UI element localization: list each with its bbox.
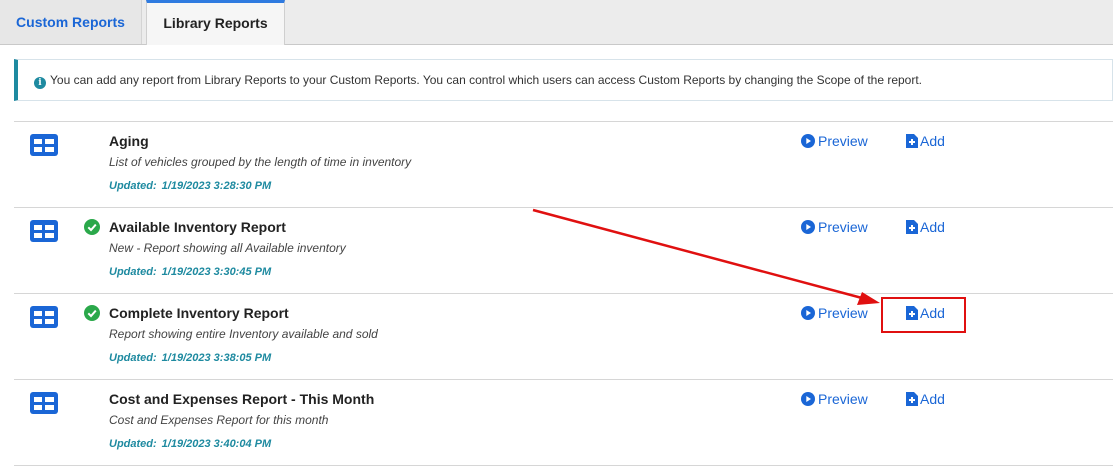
preview-label: Preview xyxy=(818,391,868,407)
file-plus-icon xyxy=(906,392,918,406)
table-grid-icon xyxy=(30,392,58,414)
report-updated: Updated: 1/19/2023 3:28:30 PM xyxy=(109,180,271,192)
updated-label: Updated: xyxy=(109,438,157,450)
info-banner: i You can add any report from Library Rep… xyxy=(14,59,1113,101)
tab-library-reports[interactable]: Library Reports xyxy=(146,0,285,45)
preview-label: Preview xyxy=(818,133,868,149)
add-label: Add xyxy=(920,391,945,407)
report-updated: Updated: 1/19/2023 3:38:05 PM xyxy=(109,352,271,364)
table-grid-icon xyxy=(30,306,58,328)
updated-label: Updated: xyxy=(109,266,157,278)
play-circle-icon xyxy=(801,134,815,148)
add-button[interactable]: Add xyxy=(906,219,945,235)
report-updated: Updated: 1/19/2023 3:30:45 PM xyxy=(109,266,271,278)
updated-value: 1/19/2023 3:30:45 PM xyxy=(161,266,272,278)
check-circle-icon xyxy=(84,219,100,235)
report-updated: Updated: 1/19/2023 3:40:04 PM xyxy=(109,438,271,450)
play-circle-icon xyxy=(801,392,815,406)
play-circle-icon xyxy=(801,306,815,320)
updated-value: 1/19/2023 3:40:04 PM xyxy=(161,438,272,450)
info-text: You can add any report from Library Repo… xyxy=(50,73,923,87)
preview-button[interactable]: Preview xyxy=(801,133,868,149)
updated-label: Updated: xyxy=(109,180,157,192)
updated-value: 1/19/2023 3:28:30 PM xyxy=(161,180,272,192)
preview-button[interactable]: Preview xyxy=(801,391,868,407)
report-title: Available Inventory Report xyxy=(109,219,286,235)
report-description: Cost and Expenses Report for this month xyxy=(109,413,329,427)
file-plus-icon xyxy=(906,306,918,320)
report-description: New - Report showing all Available inven… xyxy=(109,241,346,255)
report-description: List of vehicles grouped by the length o… xyxy=(109,155,412,169)
report-row: Cost and Expenses Report - This Month Co… xyxy=(14,380,1113,466)
updated-value: 1/19/2023 3:38:05 PM xyxy=(161,352,272,364)
preview-label: Preview xyxy=(818,305,868,321)
report-row: Complete Inventory Report Report showing… xyxy=(14,294,1113,380)
report-list: Aging List of vehicles grouped by the le… xyxy=(14,121,1113,466)
tab-custom-reports[interactable]: Custom Reports xyxy=(0,0,142,44)
add-label: Add xyxy=(920,219,945,235)
add-button[interactable]: Add xyxy=(906,391,945,407)
add-button[interactable]: Add xyxy=(906,305,945,321)
table-grid-icon xyxy=(30,134,58,156)
table-grid-icon xyxy=(30,220,58,242)
updated-label: Updated: xyxy=(109,352,157,364)
add-label: Add xyxy=(920,133,945,149)
preview-button[interactable]: Preview xyxy=(801,305,868,321)
report-title: Cost and Expenses Report - This Month xyxy=(109,391,375,407)
preview-button[interactable]: Preview xyxy=(801,219,868,235)
add-button[interactable]: Add xyxy=(906,133,945,149)
file-plus-icon xyxy=(906,220,918,234)
play-circle-icon xyxy=(801,220,815,234)
check-circle-icon xyxy=(84,305,100,321)
info-icon: i xyxy=(34,77,46,89)
report-row: Available Inventory Report New - Report … xyxy=(14,208,1113,294)
report-description: Report showing entire Inventory availabl… xyxy=(109,327,378,341)
add-label: Add xyxy=(920,305,945,321)
report-title: Complete Inventory Report xyxy=(109,305,289,321)
report-row: Aging List of vehicles grouped by the le… xyxy=(14,122,1113,208)
file-plus-icon xyxy=(906,134,918,148)
tab-bar: Custom Reports Library Reports xyxy=(0,0,1113,45)
preview-label: Preview xyxy=(818,219,868,235)
report-title: Aging xyxy=(109,133,149,149)
